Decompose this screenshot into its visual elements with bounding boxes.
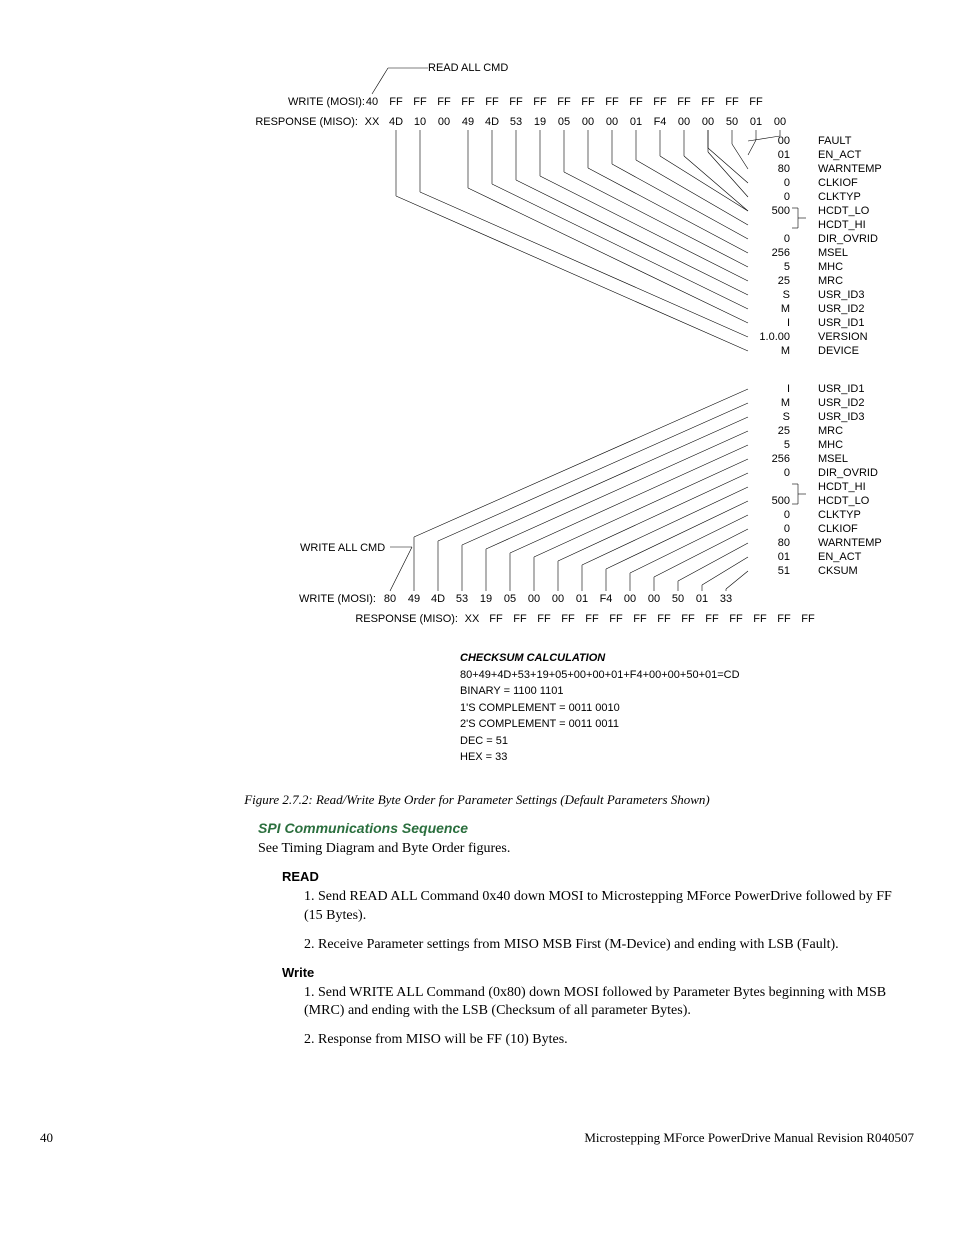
write-all-cmd-label: WRITE ALL CMD bbox=[300, 542, 385, 554]
checksum-calculation: CHECKSUM CALCULATION 80+49+4D+53+19+05+0… bbox=[460, 650, 740, 766]
top-fanout: 00FAULT01EN_ACT80WARNTEMP0CLKIOF0CLKTYP5… bbox=[750, 134, 882, 358]
checksum-title: CHECKSUM CALCULATION bbox=[460, 650, 740, 667]
page-footer: 40 Microstepping MForce PowerDrive Manua… bbox=[40, 1130, 914, 1146]
response-miso-label-bottom: RESPONSE (MISO): bbox=[340, 613, 458, 625]
bottom-fanout: IUSR_ID1MUSR_ID2SUSR_ID325MRC5MHC256MSEL… bbox=[750, 382, 882, 578]
byte-order-diagram: READ ALL CMD WRITE (MOSI): 40FFFFFFFFFFF… bbox=[40, 40, 914, 820]
checksum-binary: BINARY = 1100 1101 bbox=[460, 683, 740, 700]
write-mosi-bytes-bottom: 80494D531905000001F40000500133 bbox=[378, 593, 738, 605]
write-heading: Write bbox=[282, 965, 898, 980]
response-miso-label-top: RESPONSE (MISO): bbox=[240, 116, 358, 128]
section-title: SPI Communications Sequence bbox=[258, 820, 898, 836]
checksum-sum: 80+49+4D+53+19+05+00+00+01+F4+00+00+50+0… bbox=[460, 667, 740, 684]
write-step-2: 2. Response from MISO will be FF (10) By… bbox=[304, 1031, 898, 1050]
section-intro: See Timing Diagram and Byte Order figure… bbox=[258, 840, 898, 859]
checksum-dec: DEC = 51 bbox=[460, 733, 740, 750]
checksum-twos: 2'S COMPLEMENT = 0011 0011 bbox=[460, 716, 740, 733]
write-mosi-label-top: WRITE (MOSI): bbox=[288, 96, 358, 108]
manual-revision: Microstepping MForce PowerDrive Manual R… bbox=[584, 1130, 914, 1146]
page-number: 40 bbox=[40, 1130, 53, 1146]
write-mosi-label-bottom: WRITE (MOSI): bbox=[298, 593, 376, 605]
write-step-1: 1. Send WRITE ALL Command (0x80) down MO… bbox=[304, 984, 898, 1022]
read-step-1: 1. Send READ ALL Command 0x40 down MOSI … bbox=[304, 888, 898, 926]
read-step-2: 2. Receive Parameter settings from MISO … bbox=[304, 936, 898, 955]
checksum-hex: HEX = 33 bbox=[460, 749, 740, 766]
checksum-ones: 1'S COMPLEMENT = 0011 0010 bbox=[460, 700, 740, 717]
read-heading: READ bbox=[282, 869, 898, 884]
response-miso-bytes-bottom: XXFFFFFFFFFFFFFFFFFFFFFFFFFFFF bbox=[460, 613, 820, 625]
figure-caption: Figure 2.7.2: Read/Write Byte Order for … bbox=[40, 792, 914, 808]
write-mosi-bytes-top: 40FFFFFFFFFFFFFFFFFFFFFFFFFFFFFFFF bbox=[360, 96, 768, 108]
response-miso-bytes-top: XX4D1000494D531905000001F40000500100 bbox=[360, 116, 792, 128]
read-all-cmd-label: READ ALL CMD bbox=[428, 62, 508, 74]
